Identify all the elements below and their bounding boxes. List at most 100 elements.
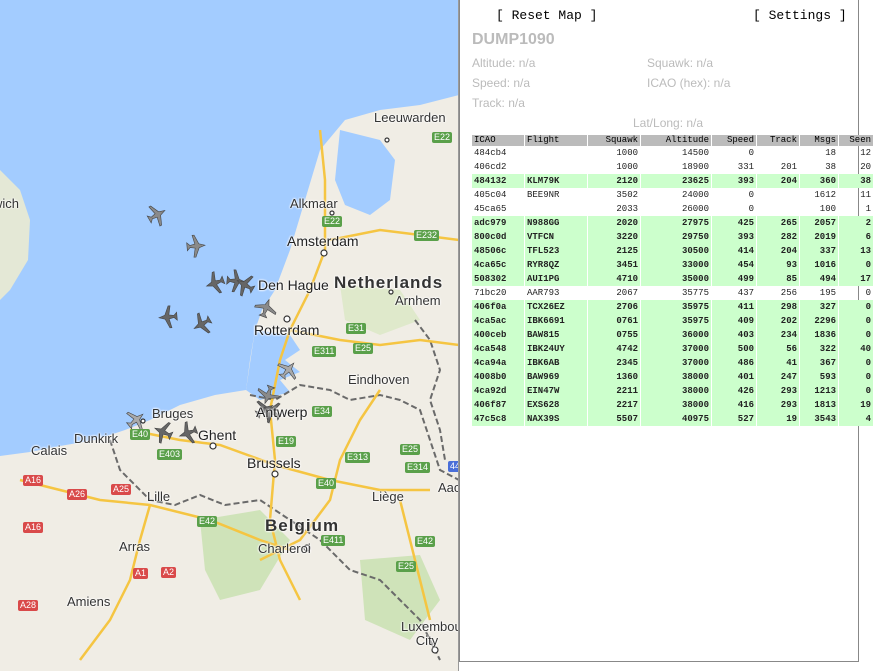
cell-speed: 454 [712, 258, 756, 272]
cell-seen: 12 [860, 148, 871, 158]
road-shield: E19 [276, 436, 297, 447]
cell-msgs: 367 [800, 356, 838, 370]
cell-speed: 426 [712, 384, 756, 398]
table-row[interactable]: 4008b0 BAW969 1360 38000 401 247 593 0 [472, 370, 873, 384]
settings-button[interactable]: [ Settings ] [753, 8, 847, 23]
col-icao[interactable]: ICAO [472, 135, 524, 146]
cell-msgs: 2296 [800, 314, 838, 328]
cell-speed: 0 [748, 190, 754, 200]
cell-track: 298 [757, 300, 799, 314]
table-row[interactable]: 4ca5ac IBK6691 0761 35975 409 202 2296 0 [472, 314, 873, 328]
cell-speed: 393 [712, 174, 756, 188]
table-row[interactable]: 47c5c8 NAX39S 5507 40975 527 19 3543 4 [472, 412, 873, 426]
table-row[interactable]: 508302 AUI1PG 4710 35000 499 85 494 17 [472, 272, 873, 286]
map-view[interactable]: Leeuwarden Alkmaar Amsterdam Den Hague R… [0, 0, 459, 671]
cell-msgs: 1612 [814, 190, 836, 200]
road-shield: E311 [312, 346, 337, 357]
cell-icao: 800c0d [472, 230, 524, 244]
cell-flight: BEE9NR [527, 190, 560, 200]
table-row[interactable]: 406cd2 1000 18900 331 201 38 20 [472, 160, 873, 174]
col-track[interactable]: Track [757, 135, 799, 146]
cell-speed: 401 [712, 370, 756, 384]
cell-speed: 416 [712, 398, 756, 412]
cell-altitude: 38000 [641, 370, 711, 384]
table-row[interactable]: 484132 KLM79K 2120 23625 393 204 360 38 [472, 174, 873, 188]
aircraft-icon[interactable] [150, 418, 176, 446]
city-dot [329, 210, 335, 216]
cell-squawk: 2120 [588, 174, 640, 188]
cell-flight: IBK6AB [525, 356, 587, 370]
cell-seen: 11 [860, 190, 871, 200]
cell-altitude: 38000 [641, 384, 711, 398]
table-row[interactable]: 4ca65c RYR8QZ 3451 33000 454 93 1016 0 [472, 258, 873, 272]
altitude-info: Altitude: n/a [472, 56, 536, 70]
cell-flight: AUI1PG [525, 272, 587, 286]
city-label: Antwerp [256, 404, 308, 420]
cell-altitude: 37000 [641, 356, 711, 370]
cell-speed: 393 [712, 230, 756, 244]
table-row[interactable]: 406f0a TCX26EZ 2706 35975 411 298 327 0 [472, 300, 873, 314]
cell-altitude: 35975 [641, 300, 711, 314]
cell-msgs: 1016 [800, 258, 838, 272]
table-row[interactable]: 400ceb BAW815 0755 36000 403 234 1836 0 [472, 328, 873, 342]
cell-msgs: 1813 [800, 398, 838, 412]
country-label: Belgium [265, 516, 340, 535]
cell-speed: 414 [712, 244, 756, 258]
cell-flight: IBK24UY [525, 342, 587, 356]
cell-flight [525, 160, 587, 174]
col-squawk[interactable]: Squawk [588, 135, 640, 146]
cell-seen: 38 [839, 174, 873, 188]
col-speed[interactable]: Speed [712, 135, 756, 146]
table-row[interactable]: 406f87 EXS628 2217 38000 416 293 1813 19 [472, 398, 873, 412]
map-base [0, 0, 458, 661]
table-row[interactable]: adc979 N988GG 2020 27975 425 265 2057 2 [472, 216, 873, 230]
cell-squawk: 0755 [588, 328, 640, 342]
table-row[interactable]: 48506c TFL523 2125 30500 414 204 337 13 [472, 244, 873, 258]
city-label: Bruges [152, 406, 194, 421]
lake-water [335, 130, 395, 215]
cell-squawk: 2706 [588, 300, 640, 314]
table-row[interactable]: 800c0d VTFCN 3220 29750 393 282 2019 6 [472, 230, 873, 244]
cell-track: 204 [757, 244, 799, 258]
cell-speed: 0 [748, 204, 754, 214]
cell-altitude: 26000 [681, 204, 709, 214]
reset-map-button[interactable]: [ Reset Map ] [496, 8, 597, 23]
cell-speed: 500 [712, 342, 756, 356]
table-row[interactable]: 45ca65 2033 26000 0 100 1 [472, 202, 873, 216]
app-title: DUMP1090 [472, 31, 555, 48]
cell-seen: 0 [839, 258, 873, 272]
table-row[interactable]: 4ca94a IBK6AB 2345 37000 486 41 367 0 [472, 356, 873, 370]
road-shield: E411 [321, 535, 346, 546]
cell-icao: 4ca65c [472, 258, 524, 272]
city-dot [384, 137, 390, 143]
table-row[interactable]: 71bc20 AAR793 2067 35775 437 256 195 0 [472, 286, 873, 300]
cell-squawk: 4710 [588, 272, 640, 286]
table-row[interactable]: 405c04 BEE9NR 3502 24000 0 1612 11 [472, 188, 873, 202]
road-shield: E25 [400, 444, 421, 455]
cell-altitude: 30500 [641, 244, 711, 258]
city-dot [271, 470, 279, 478]
table-row[interactable]: 4ca92d EIN47W 2211 38000 426 293 1213 0 [472, 384, 873, 398]
table-row[interactable]: 484cb4 1000 14500 0 18 12 [472, 146, 873, 160]
city-label: Dunkirk [74, 431, 119, 446]
col-altitude[interactable]: Altitude [641, 135, 711, 146]
cell-icao: 4008b0 [472, 370, 524, 384]
cell-squawk: 0761 [588, 314, 640, 328]
cell-seen: 0 [839, 370, 873, 384]
cell-squawk: 5507 [588, 412, 640, 426]
col-seen[interactable]: Seen [839, 135, 873, 146]
road-shield: A16 [23, 522, 44, 533]
road-shield: E232 [414, 230, 440, 241]
cell-track: 85 [757, 272, 799, 286]
sea-area [0, 0, 458, 456]
col-flight[interactable]: Flight [525, 135, 587, 146]
cell-flight: RYR8QZ [525, 258, 587, 272]
table-row[interactable]: 4ca548 IBK24UY 4742 37000 500 56 322 40 [472, 342, 873, 356]
col-msgs[interactable]: Msgs [800, 135, 838, 146]
road-shield: E25 [353, 343, 374, 354]
city-label: Arras [119, 539, 151, 554]
cell-flight: EXS628 [525, 398, 587, 412]
road-shield: E42 [197, 516, 218, 527]
cell-flight: TCX26EZ [525, 300, 587, 314]
cell-msgs: 360 [800, 174, 838, 188]
